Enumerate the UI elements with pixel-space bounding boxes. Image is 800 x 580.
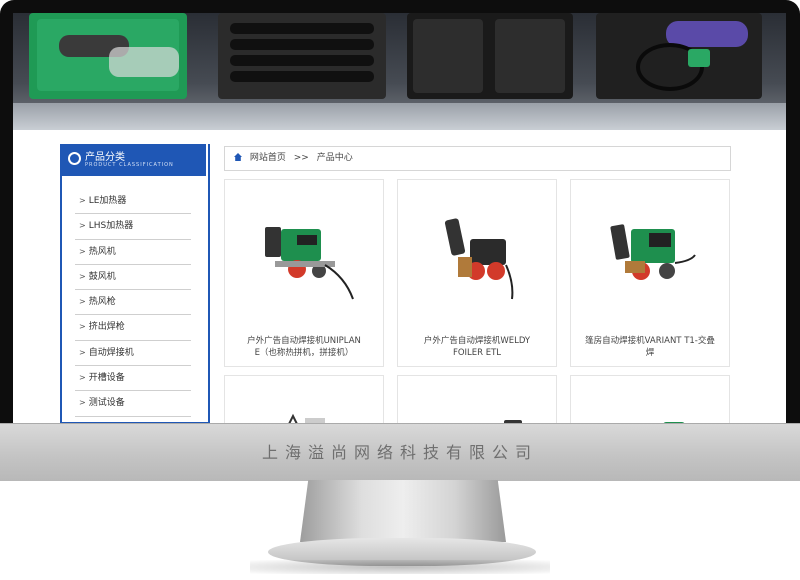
sidebar-item-extrusion-welder[interactable]: > 挤出焊枪 — [75, 315, 191, 341]
product-image — [288, 413, 325, 423]
product-image — [663, 422, 685, 423]
sidebar-item-testing[interactable]: > 测试设备 — [75, 391, 191, 417]
product-image — [444, 218, 514, 300]
product-card[interactable]: 篷房自动焊接机VARIANT T1-交叠焊 — [570, 179, 730, 367]
arrow-icon: > — [79, 347, 86, 357]
sidebar-title: 产品分类 — [85, 152, 125, 163]
product-name: 户外广告自动焊接机WELDY FOILER ETL — [423, 336, 531, 358]
banner-image-foam-case — [218, 13, 386, 99]
arrow-icon: > — [79, 322, 86, 332]
sidebar-item-heat-gun[interactable]: > 热风枪 — [75, 290, 191, 316]
screen: 产品分类 PRODUCT CLASSIFICATION > LE加热器 > LHS加… — [13, 13, 786, 423]
sidebar-item-le-heater[interactable]: > LE加热器 — [75, 189, 191, 215]
monitor-stand-neck — [300, 480, 506, 542]
arrow-icon: > — [79, 196, 86, 205]
product-card[interactable]: 户外广告自动焊接机UNIPLAN E（也称热拼机，拼接机） — [224, 179, 384, 367]
product-card[interactable]: 户外广告自动焊接机WELDY FOILER ETL — [397, 179, 557, 367]
banner-image-heat-gun-case — [596, 13, 762, 99]
sidebar-item-blower[interactable]: > 鼓风机 — [75, 265, 191, 291]
product-name: 户外广告自动焊接机UNIPLAN E（也称热拼机，拼接机） — [247, 336, 361, 358]
arrow-icon: > — [79, 271, 86, 281]
home-icon — [234, 153, 242, 161]
product-name: 篷房自动焊接机VARIANT T1-交叠焊 — [585, 336, 715, 358]
breadcrumb-separator: >> — [293, 153, 309, 163]
sidebar-item-auto-welder[interactable]: > 自动焊接机 — [75, 341, 191, 367]
sidebar-list: > LE加热器 > LHS加热器 > 热风机 > 鼓风机 > 热风枪 > 挤出焊枪 > 自动焊… — [75, 189, 191, 417]
arrow-icon: > — [79, 398, 86, 408]
sidebar-subtitle: PRODUCT CLASSIFICATION — [85, 162, 174, 168]
arrow-icon: > — [79, 297, 86, 307]
product-card[interactable] — [224, 375, 384, 423]
product-image — [610, 224, 696, 280]
arrow-icon: > — [79, 373, 86, 383]
breadcrumb-current[interactable]: 产品中心 — [317, 153, 353, 163]
product-image — [265, 227, 354, 300]
sidebar-item-hot-air-machine[interactable]: > 热风机 — [75, 240, 191, 265]
sidebar-header: 产品分类 PRODUCT CLASSIFICATION — [60, 144, 206, 176]
banner — [13, 13, 786, 130]
product-image — [504, 420, 522, 423]
arrow-icon: > — [79, 221, 86, 231]
product-card[interactable] — [397, 375, 557, 423]
company-name: 上海溢尚网络科技有限公司 — [261, 443, 538, 462]
breadcrumb: 网站首页 >> 产品中心 — [224, 146, 731, 171]
arrow-icon: > — [79, 246, 86, 256]
product-card[interactable] — [570, 375, 730, 423]
sidebar-item-grooving[interactable]: > 开槽设备 — [75, 366, 191, 392]
banner-image-green-case — [29, 13, 187, 99]
breadcrumb-home-link[interactable]: 网站首页 — [250, 153, 286, 163]
sidebar-item-lhs-heater[interactable]: > LHS加热器 — [75, 214, 191, 240]
circle-icon — [68, 152, 81, 165]
stand-shadow — [250, 560, 550, 574]
banner-floor — [13, 103, 786, 130]
banner-image-black-case — [407, 13, 573, 99]
